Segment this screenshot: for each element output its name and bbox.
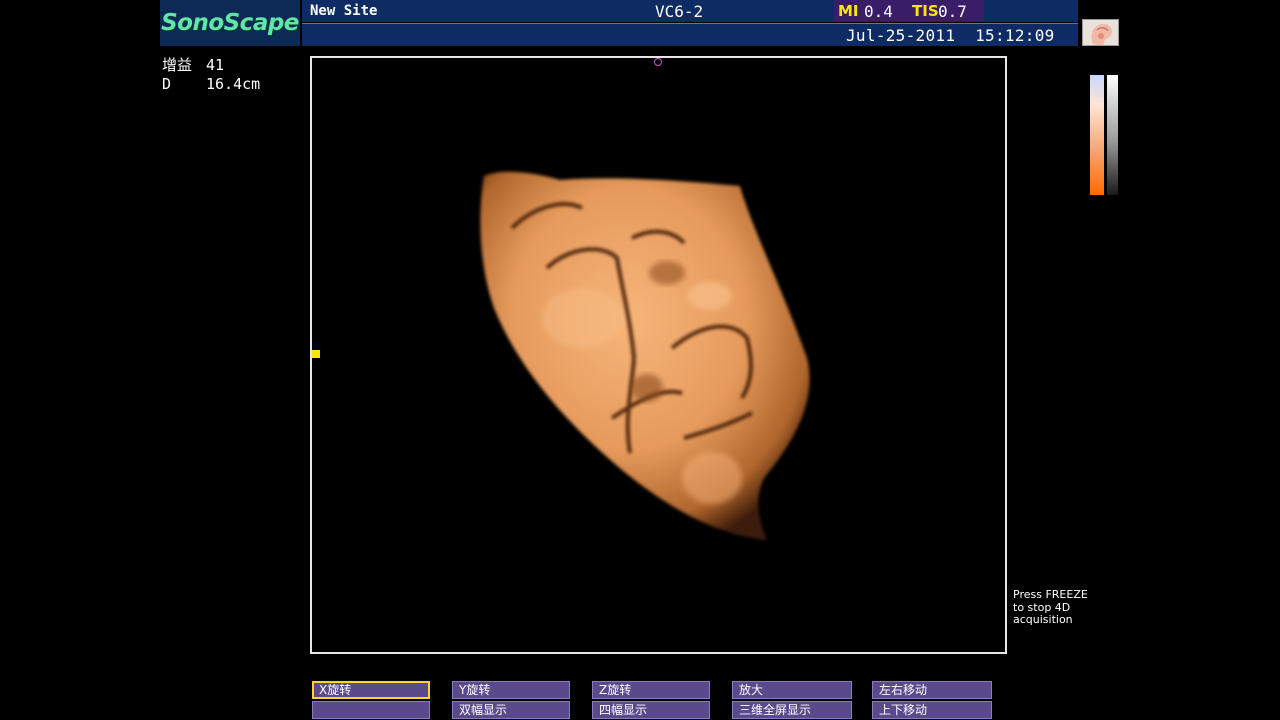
- quad-display-button[interactable]: 四幅显示: [592, 701, 710, 719]
- freeze-hint: Press FREEZE to stop 4D acquisition: [1013, 588, 1088, 626]
- dual-display-button[interactable]: 双幅显示: [452, 701, 570, 719]
- 3d-fullscreen-button[interactable]: 三维全屏显示: [732, 701, 852, 719]
- logo-text: SonoScape: [161, 10, 299, 36]
- datetime: Jul-25-2011 15:12:09: [846, 26, 1055, 45]
- x-rotate-button[interactable]: X旋转: [312, 681, 430, 699]
- y-rotate-button[interactable]: Y旋转: [452, 681, 570, 699]
- mi-label: MI: [838, 2, 859, 20]
- sonoscape-logo: SonoScape: [160, 0, 300, 46]
- imaging-parameters: 增益 41 D 16.4cm: [162, 56, 260, 94]
- probe-name: VC6-2: [655, 2, 704, 21]
- tis-value: 0.7: [938, 2, 967, 21]
- site-name: New Site: [310, 3, 378, 19]
- grayscale-bar: [1107, 75, 1118, 195]
- move-left-right-button[interactable]: 左右移动: [872, 681, 992, 699]
- rotation-center-marker: [654, 58, 662, 66]
- zoom-button[interactable]: 放大: [732, 681, 852, 699]
- z-rotate-button[interactable]: Z旋转: [592, 681, 710, 699]
- fetal-3d-render: [480, 171, 810, 540]
- move-up-down-button[interactable]: 上下移动: [872, 701, 992, 719]
- tis-label: TIS: [912, 2, 939, 20]
- gain-value: 41: [206, 56, 225, 74]
- mi-value: 0.4: [864, 2, 893, 21]
- tint-colormap-bar: [1090, 75, 1104, 195]
- gain-label: 增益: [162, 56, 193, 74]
- depth-value: 16.4cm: [206, 75, 261, 93]
- ultrasound-3d-view[interactable]: [310, 56, 1007, 654]
- depth-label: D: [162, 75, 172, 93]
- preset-thumbnail-icon[interactable]: [1082, 19, 1119, 46]
- depth-focus-marker: [312, 350, 320, 358]
- empty-softkey[interactable]: [312, 701, 430, 719]
